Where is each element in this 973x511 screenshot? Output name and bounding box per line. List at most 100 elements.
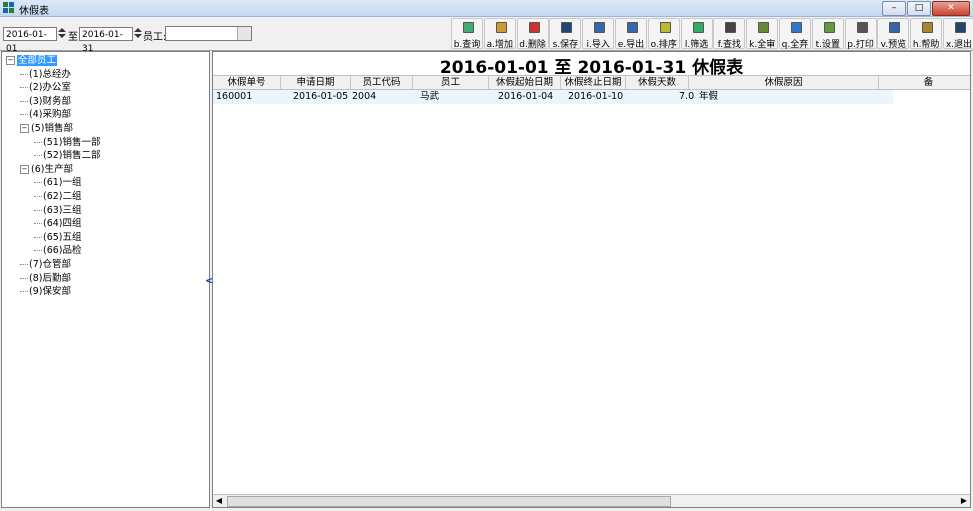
tree-connector xyxy=(20,264,28,265)
column-header[interactable]: 员工 xyxy=(413,76,489,89)
column-header[interactable]: 备 xyxy=(879,76,970,89)
employee-input[interactable] xyxy=(165,26,252,41)
tool-print-button[interactable]: p.打印 xyxy=(844,18,877,50)
delete-icon xyxy=(528,22,540,33)
scroll-thumb[interactable] xyxy=(227,496,671,507)
tool-export-button[interactable]: e.导出 xyxy=(614,18,647,50)
approve-all-icon xyxy=(758,22,770,33)
date-to-spinner[interactable] xyxy=(134,27,143,41)
tool-label: q.全弃 xyxy=(781,40,809,50)
tool-import-button[interactable]: i.导入 xyxy=(582,18,615,50)
import-icon xyxy=(594,22,606,33)
print-icon xyxy=(856,22,868,33)
tree-node[interactable]: (51)销售一部 xyxy=(34,136,101,149)
tree-connector xyxy=(34,155,42,157)
collapse-node-icon[interactable]: − xyxy=(6,56,15,65)
discard-all-icon xyxy=(790,22,802,33)
tool-label: i.导入 xyxy=(586,40,610,50)
scroll-right-icon[interactable]: ▶ xyxy=(958,495,970,507)
tool-label: x.退出 xyxy=(945,40,973,50)
date-to-field[interactable]: 2016-01-31 xyxy=(79,27,133,54)
tree-node-label: (1)总经办 xyxy=(29,68,71,80)
tree-connector xyxy=(34,250,42,252)
table-cell: 7.0 xyxy=(679,91,695,102)
title-bar: 休假表 – □ ✕ xyxy=(0,0,973,17)
tree-node[interactable]: (52)销售二部 xyxy=(34,149,101,162)
tree-node[interactable]: (1)总经办 xyxy=(20,68,71,81)
employee-dropdown-button[interactable] xyxy=(237,27,251,40)
tool-settings-button[interactable]: t.设置 xyxy=(811,18,844,50)
tool-label: a.增加 xyxy=(486,40,513,50)
tree-node-label: (3)财务部 xyxy=(29,95,71,107)
tree-node-label: (51)销售一部 xyxy=(43,136,101,148)
tree-connector xyxy=(20,87,28,89)
date-from-field[interactable]: 2016-01-01 xyxy=(3,27,57,54)
filter-icon xyxy=(692,22,704,33)
tool-label: b.查询 xyxy=(453,40,481,50)
query-icon xyxy=(463,22,474,33)
tool-filter-button[interactable]: l.筛选 xyxy=(680,18,713,50)
tree-node[interactable]: − (6)生产部 xyxy=(20,163,73,176)
tree-node[interactable]: (3)财务部 xyxy=(20,95,71,108)
tool-discard-all-button[interactable]: q.全弃 xyxy=(778,18,811,50)
tree-connector xyxy=(34,141,42,143)
tool-sort-button[interactable]: o.排序 xyxy=(647,18,680,50)
tree-node[interactable]: (9)保安部 xyxy=(20,285,71,298)
column-header[interactable]: 休假起始日期 xyxy=(489,76,561,89)
tree-node-label: (6)生产部 xyxy=(31,163,73,175)
sort-icon xyxy=(659,22,671,33)
tree-node[interactable]: (63)三组 xyxy=(34,204,82,217)
column-header[interactable]: 休假原因 xyxy=(689,76,879,89)
toolbar: 2016-01-01 至 2016-01-31 员工: b.查询 a.增加 d.删除… xyxy=(0,17,973,54)
tool-add-button[interactable]: a.增加 xyxy=(483,18,516,50)
collapse-node-icon[interactable]: − xyxy=(20,164,29,174)
tool-query-button[interactable]: b.查询 xyxy=(451,18,483,50)
tool-save-button[interactable]: s.保存 xyxy=(549,18,582,50)
tool-find-button[interactable]: f.查找 xyxy=(713,18,746,50)
column-header[interactable]: 员工代码 xyxy=(351,76,413,89)
tree-node[interactable]: (66)品检 xyxy=(34,244,82,257)
horizontal-scrollbar[interactable]: ◀ ▶ xyxy=(213,494,970,507)
column-header[interactable]: 休假终止日期 xyxy=(561,76,626,89)
scroll-left-icon[interactable]: ◀ xyxy=(213,495,225,507)
tree-node[interactable]: (64)四组 xyxy=(34,217,82,230)
tree-node[interactable]: − 全部员工 xyxy=(6,54,58,67)
close-button[interactable]: ✕ xyxy=(932,1,970,16)
tree-connector xyxy=(34,236,42,238)
tool-label: h.帮助 xyxy=(912,40,940,50)
tool-label: f.查找 xyxy=(717,40,742,50)
tool-label: k.全审 xyxy=(749,40,776,50)
tree-node[interactable]: − (5)销售部 xyxy=(20,122,73,135)
tree-node[interactable]: (65)五组 xyxy=(34,231,82,244)
column-header[interactable]: 休假单号 xyxy=(213,76,281,89)
maximize-button[interactable]: □ xyxy=(907,1,931,16)
window-title: 休假表 xyxy=(19,6,49,17)
table-row[interactable]: 160001 2016-01-05 2004 马武 2016-01-04 2016-01-… xyxy=(213,90,893,104)
exit-icon xyxy=(954,22,966,33)
tool-approve-all-button[interactable]: k.全审 xyxy=(746,18,779,50)
tree-connector xyxy=(20,291,28,293)
tree-node-label: (8)后勤部 xyxy=(29,272,71,284)
tree-node-label: 全部员工 xyxy=(17,55,58,66)
tree-node[interactable]: (8)后勤部 xyxy=(20,272,71,285)
tool-help-button[interactable]: h.帮助 xyxy=(910,18,943,50)
preview-icon xyxy=(889,22,901,33)
tree-node[interactable]: (7)仓管部 xyxy=(20,258,71,271)
tree-node[interactable]: (2)办公室 xyxy=(20,81,71,94)
tool-delete-button[interactable]: d.删除 xyxy=(516,18,549,50)
tool-label: e.导出 xyxy=(617,40,645,50)
tree-node-label: (2)办公室 xyxy=(29,82,71,94)
tree-node[interactable]: (62)二组 xyxy=(34,190,82,203)
tool-preview-button[interactable]: v.预览 xyxy=(877,18,910,50)
collapse-node-icon[interactable]: − xyxy=(20,124,29,133)
column-header[interactable]: 申请日期 xyxy=(281,76,351,89)
tree-node[interactable]: (61)一组 xyxy=(34,176,82,189)
tree-node[interactable]: (4)采购部 xyxy=(20,108,71,121)
table-header: 休假单号 申请日期 员工代码 员工 休假起始日期 休假终止日期 休假天数 休假原因备 xyxy=(213,75,970,90)
column-header[interactable]: 休假天数 xyxy=(626,76,689,89)
employee-label: 员工: xyxy=(143,32,167,43)
tool-label: s.保存 xyxy=(552,40,579,50)
date-from-spinner[interactable] xyxy=(58,27,67,41)
tool-exit-button[interactable]: x.退出 xyxy=(942,18,973,50)
minimize-button[interactable]: – xyxy=(882,1,906,16)
